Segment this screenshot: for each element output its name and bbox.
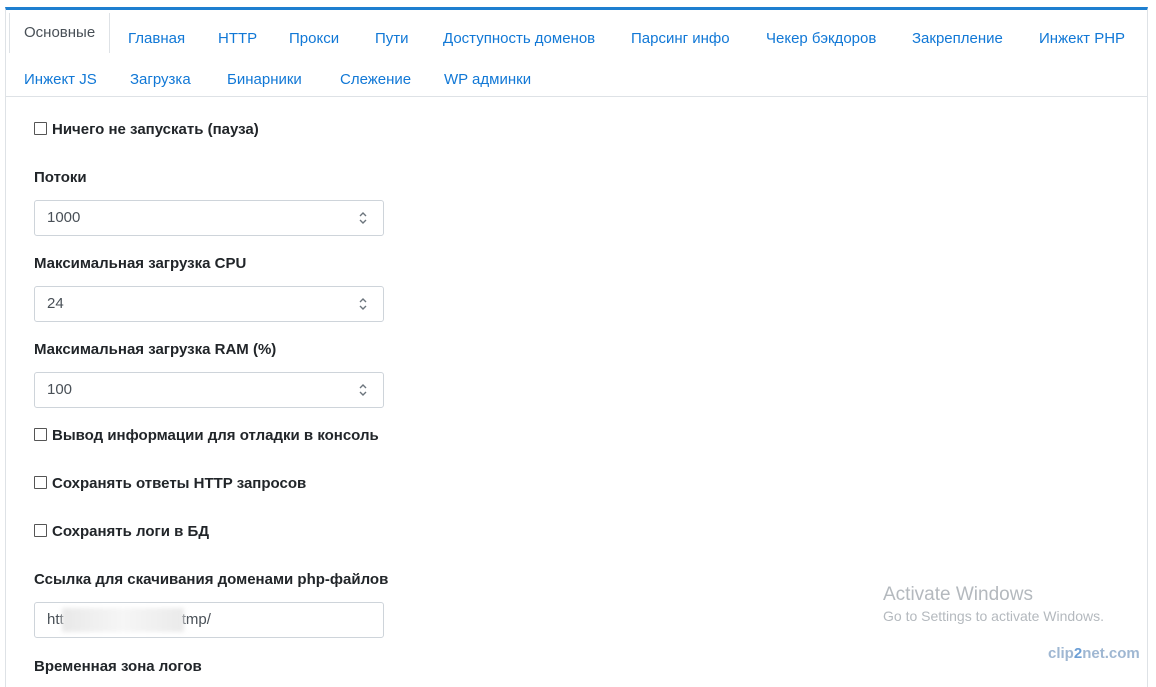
threads-value: 1000	[47, 209, 81, 226]
pause-checkbox-row[interactable]: Ничего не запускать (пауза)	[34, 120, 259, 140]
download-link-label: Ссылка для скачивания доменами php-файло…	[34, 571, 389, 588]
debug-label: Вывод информации для отладки в консоль	[52, 427, 379, 444]
download-link-input[interactable]: htt tmp/	[34, 602, 384, 638]
cpu-value: 24	[47, 295, 64, 312]
save-logs-checkbox[interactable]	[34, 524, 47, 537]
debug-checkbox[interactable]	[34, 428, 47, 441]
save-logs-checkbox-row[interactable]: Сохранять логи в БД	[34, 522, 209, 542]
pause-checkbox[interactable]	[34, 122, 47, 135]
pause-label: Ничего не запускать (пауза)	[52, 121, 259, 138]
ram-value: 100	[47, 381, 73, 398]
tab-basic[interactable]: Основные	[9, 13, 111, 53]
save-logs-label: Сохранять логи в БД	[52, 523, 210, 540]
ram-label: Максимальная загрузка RAM (%)	[34, 341, 277, 358]
tab-upload[interactable]: Загрузка	[130, 60, 191, 99]
tab-domain-availability[interactable]: Доступность доменов	[443, 19, 595, 58]
tab-tracking[interactable]: Слежение	[340, 60, 411, 99]
cpu-label: Максимальная загрузка CPU	[34, 255, 247, 272]
tab-binaries[interactable]: Бинарники	[227, 60, 302, 99]
spinner-icon[interactable]	[358, 211, 368, 225]
link-suffix: tmp/	[181, 611, 211, 628]
save-http-checkbox[interactable]	[34, 476, 47, 489]
redacted-region	[61, 608, 184, 633]
tab-parsing-info[interactable]: Парсинг инфо	[631, 19, 730, 58]
tab-backdoor-checker[interactable]: Чекер бэкдоров	[766, 19, 876, 58]
threads-input[interactable]: 1000	[34, 200, 384, 236]
tab-wp-admins[interactable]: WP админки	[444, 60, 531, 99]
save-http-checkbox-row[interactable]: Сохранять ответы HTTP запросов	[34, 474, 306, 494]
spinner-icon[interactable]	[358, 297, 368, 311]
tab-main[interactable]: Главная	[128, 19, 185, 58]
activate-windows-subtitle: Go to Settings to activate Windows.	[883, 608, 1104, 624]
tab-inject-php[interactable]: Инжект PHP	[1039, 19, 1125, 58]
save-http-label: Сохранять ответы HTTP запросов	[52, 475, 307, 492]
spinner-icon[interactable]	[358, 383, 368, 397]
threads-label: Потоки	[34, 169, 87, 186]
clip2net-logo: clip2net.com	[1048, 645, 1140, 662]
tab-paths[interactable]: Пути	[375, 19, 409, 58]
activate-windows-title: Activate Windows	[883, 584, 1033, 605]
ram-input[interactable]: 100	[34, 372, 384, 408]
tab-proxy[interactable]: Прокси	[289, 19, 339, 58]
cpu-input[interactable]: 24	[34, 286, 384, 322]
tab-http[interactable]: HTTP	[218, 19, 257, 58]
tab-pinning[interactable]: Закрепление	[912, 19, 1003, 58]
tab-inject-js[interactable]: Инжект JS	[24, 60, 97, 99]
tab-bar: Основные Главная HTTP Прокси Пути Доступ…	[6, 10, 1147, 97]
debug-checkbox-row[interactable]: Вывод информации для отладки в консоль	[34, 426, 379, 446]
